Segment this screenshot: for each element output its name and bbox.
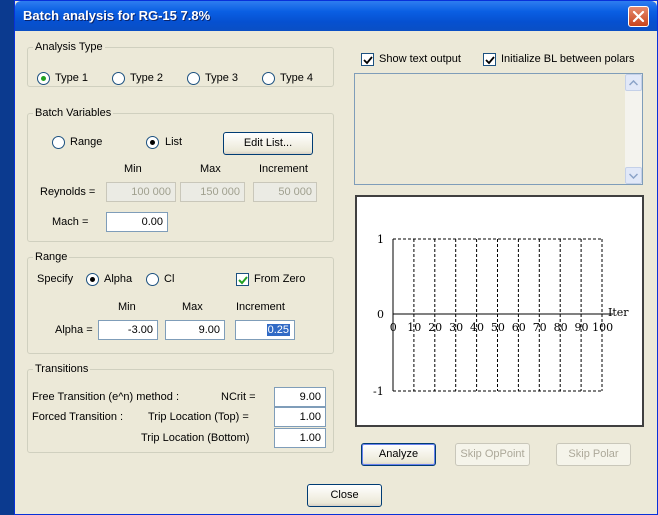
alpha-max-field[interactable]: 9.00 — [165, 320, 225, 340]
analysis-type-group: Analysis Type Type 1 Type 2 Type 3 Type … — [27, 41, 334, 87]
type3-radio[interactable] — [187, 72, 200, 85]
reynolds-max-field[interactable]: 150 000 — [180, 182, 245, 202]
desktop-edge — [0, 0, 14, 515]
transitions-group: Transitions Free Transition (e^n) method… — [27, 363, 334, 453]
cl-radio-label: Cl — [164, 273, 175, 285]
x-tick-90: 90 — [575, 321, 589, 334]
scroll-down-icon — [629, 173, 638, 179]
list-radio-label: List — [165, 136, 183, 148]
checkmark-icon — [363, 56, 373, 65]
ncrit-label: NCrit = — [221, 391, 256, 403]
range-group: Range Specify Alpha Cl From Zero Min Max… — [27, 251, 334, 354]
scroll-down-button[interactable] — [625, 167, 642, 184]
batch-variables-legend: Batch Variables — [35, 107, 112, 119]
x-tick-100: 100 — [592, 321, 613, 334]
y-tick-0: 0 — [377, 308, 384, 321]
x-tick-10: 10 — [407, 321, 421, 334]
cl-radio[interactable] — [146, 273, 159, 286]
type4-radio[interactable] — [262, 72, 275, 85]
specify-label: Specify — [37, 273, 74, 285]
from-zero-checkbox[interactable] — [236, 273, 249, 286]
y-tick-neg1: -1 — [373, 385, 384, 398]
range-legend: Range — [35, 251, 68, 263]
reynolds-min-header: Min — [124, 163, 142, 175]
x-tick-0: 0 — [390, 321, 397, 334]
graph-grid — [413, 239, 603, 391]
checkmark-icon — [485, 56, 495, 65]
init-bl-label: Initialize BL between polars — [501, 53, 635, 65]
x-tick-80: 80 — [554, 321, 568, 334]
reynolds-max-header: Max — [200, 163, 221, 175]
edit-list-button[interactable]: Edit List... — [223, 132, 313, 155]
x-tick-70: 70 — [533, 321, 547, 334]
type2-label: Type 2 — [130, 72, 164, 84]
x-tick-20: 20 — [428, 321, 442, 334]
y-tick-1: 1 — [377, 233, 384, 246]
close-icon — [632, 10, 645, 23]
reynolds-min-field[interactable]: 100 000 — [106, 182, 176, 202]
scroll-up-button[interactable] — [625, 74, 642, 91]
x-tick-30: 30 — [449, 321, 463, 334]
range-radio[interactable] — [52, 136, 65, 149]
dialog-body: Analysis Type Type 1 Type 2 Type 3 Type … — [15, 31, 657, 515]
free-transition-label: Free Transition (e^n) method : — [32, 391, 180, 403]
trip-bottom-label: Trip Location (Bottom) — [141, 432, 250, 444]
alpha-increment-header: Increment — [236, 301, 285, 313]
alpha-max-header: Max — [182, 301, 203, 313]
analysis-type-legend: Analysis Type — [35, 41, 103, 53]
show-text-output-label: Show text output — [379, 53, 461, 65]
checkmark-icon — [238, 276, 248, 285]
forced-transition-label: Forced Transition : — [32, 411, 124, 423]
type3-label: Type 3 — [205, 72, 239, 84]
ncrit-field[interactable]: 9.00 — [274, 387, 326, 407]
alpha-radio[interactable] — [86, 273, 99, 286]
reynolds-label: Reynolds = — [40, 186, 96, 198]
alpha-increment-field[interactable]: 0.25 — [235, 320, 295, 340]
x-tick-50: 50 — [491, 321, 505, 334]
analyze-button[interactable]: Analyze — [361, 443, 436, 466]
graph-canvas: 0 10 20 30 40 50 60 70 80 90 100 1 0 -1 Iter — [373, 233, 629, 398]
reynolds-increment-header: Increment — [259, 163, 308, 175]
window-title: Batch analysis for RG-15 7.8% — [23, 8, 211, 23]
trip-top-field[interactable]: 1.00 — [274, 407, 326, 427]
reynolds-increment-field[interactable]: 50 000 — [253, 182, 317, 202]
x-tick-60: 60 — [512, 321, 526, 334]
skip-polar-button[interactable]: Skip Polar — [556, 443, 631, 466]
x-tick-labels: 0 10 20 30 40 50 60 70 80 90 100 — [390, 321, 613, 334]
alpha-increment-selected-text: 0.25 — [266, 324, 290, 336]
batch-analysis-dialog: Batch analysis for RG-15 7.8% Analysis T… — [14, 0, 658, 515]
batch-variables-group: Batch Variables Range List Edit List... … — [27, 107, 334, 242]
x-tick-40: 40 — [470, 321, 484, 334]
alpha-radio-label: Alpha — [104, 273, 133, 285]
type4-label: Type 4 — [280, 72, 314, 84]
trip-top-label: Trip Location (Top) = — [148, 411, 249, 423]
close-window-button[interactable] — [628, 6, 649, 27]
close-button[interactable]: Close — [307, 484, 382, 507]
transitions-legend: Transitions — [35, 363, 89, 375]
mach-label: Mach = — [52, 216, 89, 228]
type1-radio[interactable] — [37, 72, 50, 85]
init-bl-checkbox[interactable] — [483, 53, 496, 66]
from-zero-label: From Zero — [254, 273, 306, 285]
text-output-area[interactable] — [354, 73, 643, 185]
text-output-scrollbar[interactable] — [625, 74, 642, 184]
show-text-output-checkbox[interactable] — [361, 53, 374, 66]
convergence-graph: 0 10 20 30 40 50 60 70 80 90 100 1 0 -1 Iter — [355, 195, 644, 427]
title-bar: Batch analysis for RG-15 7.8% — [15, 1, 657, 31]
type1-label: Type 1 — [55, 72, 89, 84]
list-radio[interactable] — [146, 136, 159, 149]
mach-field[interactable]: 0.00 — [106, 212, 168, 232]
alpha-eq-label: Alpha = — [55, 324, 93, 336]
type2-radio[interactable] — [112, 72, 125, 85]
x-axis-label: Iter — [608, 306, 629, 319]
range-radio-label: Range — [70, 136, 103, 148]
scroll-up-icon — [629, 80, 638, 86]
trip-bottom-field[interactable]: 1.00 — [274, 428, 326, 448]
skip-oppoint-button[interactable]: Skip OpPoint — [455, 443, 530, 466]
alpha-min-field[interactable]: -3.00 — [98, 320, 158, 340]
alpha-min-header: Min — [118, 301, 136, 313]
